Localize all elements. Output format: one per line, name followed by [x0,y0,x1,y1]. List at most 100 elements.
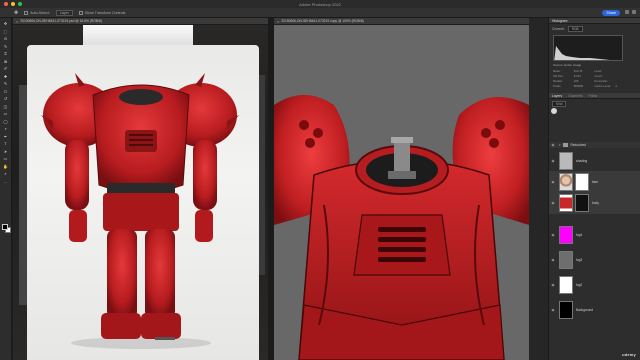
stat-cell: Level: [594,69,602,73]
layer-row[interactable]: ◉ Background [549,298,640,322]
document-window-2: × 20150806-DN-SEH8441-073219 copy @ 100%… [274,18,529,360]
stat-cell: 102.15 [573,69,583,73]
transform-controls-option[interactable]: Show Transform Controls [78,10,126,15]
brush-icon[interactable]: ✎ [3,82,8,86]
layer-mask-thumbnail[interactable] [575,194,589,212]
document-window-1: × 20150806-DN-SEH8441-073219.psd @ 16.6%… [13,18,268,360]
layer-group-row[interactable]: ◉ ▾ Retouched [549,142,640,148]
move-icon[interactable]: ✥ [3,22,8,26]
armor-closeup-image [274,95,529,360]
marquee-icon[interactable]: ⬚ [3,29,8,34]
layer-thumbnail [559,251,573,269]
chevron-down-icon[interactable]: ▾ [559,143,561,147]
eyedropper-icon[interactable]: ✐ [3,67,8,71]
stat-cell: Median: [553,79,563,83]
move-tool-indicator[interactable]: ✥ [14,10,18,16]
zoom-icon[interactable]: ⌕ [3,172,8,176]
visibility-eye-icon[interactable]: ◉ [549,143,557,147]
channel-label: Channel: [552,27,565,31]
close-tab-icon[interactable]: × [16,19,18,24]
layer-row[interactable]: ◉ face [549,171,640,193]
layer-name: body [592,201,599,205]
right-panels: Histogram Channel: RGB Source: Entire Im… [548,18,640,360]
source-label: Source: [553,63,564,67]
crop-icon[interactable]: ⌗ [3,52,8,56]
visibility-eye-icon[interactable]: ◉ [549,201,557,205]
layer-thumbnail [559,173,573,191]
auto-select-label: Auto-Select: [30,10,50,15]
source-value[interactable]: Entire Image [564,63,581,67]
layer-kind-filter[interactable]: Kind [552,101,567,107]
dodge-icon[interactable]: ◑ [3,127,8,131]
visibility-eye-icon[interactable]: ◉ [549,233,557,237]
share-button[interactable]: Share [602,9,620,16]
app-title: Adobe Photoshop 2022 [299,1,341,7]
hand-icon[interactable]: ✋ [3,164,8,169]
histogram-stats: Mean: 102.15 Level: Std Dev: 64.82 Count: Medi… [549,68,640,89]
layer-mask-thumbnail[interactable] [575,173,589,191]
stat-cell [615,74,636,78]
visibility-eye-icon[interactable]: ◉ [549,283,557,287]
blur-icon[interactable]: ◯ [3,119,8,124]
pen-icon[interactable]: ✒ [3,134,8,139]
presenter-avatar [551,108,557,114]
transform-controls-label: Show Transform Controls [84,10,126,15]
stat-cell: 106 [573,79,579,83]
stamp-icon[interactable]: ⎔ [3,89,8,94]
auto-select-target-dropdown[interactable]: Layer [55,9,73,16]
tab-channels[interactable]: Channels [568,93,582,98]
rectangle-icon[interactable]: ▭ [3,157,8,161]
tools-panel: ✥ ⬚ ʘ ✎ ⌗ ⊠ ✐ ✚ ✎ ⎔ ↺ ◫ ▭ ◯ ◑ ✒ T ➤ ▭ ✋ ⌕ … [0,18,12,360]
histogram-curve [554,46,620,60]
layer-row[interactable]: ◉ fog4 [549,223,640,247]
visibility-eye-icon[interactable]: ◉ [549,180,557,184]
channel-dropdown[interactable]: RGB [567,26,583,32]
layer-row[interactable]: ◉ body [549,192,640,214]
foreground-color-swatch[interactable] [2,224,8,230]
auto-select-checkbox[interactable] [24,10,29,15]
title-bar: Adobe Photoshop 2022 [0,0,640,8]
stat-cell [615,69,636,73]
canvas-full-figure[interactable] [13,25,268,360]
options-bar: ✥ Auto-Select: Layer Show Transform Cont… [0,8,640,18]
canvas-closeup[interactable] [274,25,529,360]
visibility-eye-icon[interactable]: ◉ [549,159,557,163]
close-tab-icon[interactable]: × [277,19,279,24]
workspace-icon[interactable] [632,10,636,14]
auto-select-option[interactable]: Auto-Select: [24,10,50,15]
gradient-icon[interactable]: ▭ [3,112,8,116]
layer-row[interactable]: ◉ fog3 [549,248,640,272]
type-icon[interactable]: T [3,142,8,146]
stat-cell: 4 [615,84,617,88]
layer-thumbnail [559,152,573,170]
quick-select-icon[interactable]: ✎ [3,44,8,49]
armor-figure-image [41,73,239,349]
group-name: Retouched [570,143,586,147]
visibility-eye-icon[interactable]: ◉ [549,258,557,262]
stat-cell: 64.82 [573,74,581,78]
lasso-icon[interactable]: ʘ [3,37,8,41]
stat-cell: Mean: [553,69,561,73]
histogram-tab-label: Histogram [552,19,568,23]
path-select-icon[interactable]: ➤ [3,149,8,154]
eraser-icon[interactable]: ◫ [3,104,8,109]
transform-controls-checkbox[interactable] [78,10,83,15]
more-icon[interactable]: … [3,179,8,184]
document-tab-2[interactable]: × 20150806-DN-SEH8441-073219 copy @ 100%… [274,18,529,25]
tab-paths[interactable]: Paths [589,93,598,98]
search-icon[interactable] [625,10,629,14]
visibility-eye-icon[interactable]: ◉ [549,308,557,312]
layer-name: fog2 [576,283,583,287]
tab-layers[interactable]: Layers [552,93,562,98]
layer-thumbnail [559,226,573,244]
collapsed-panel-strip [529,18,548,360]
healing-icon[interactable]: ✚ [3,74,8,79]
history-brush-icon[interactable]: ↺ [3,97,8,101]
layer-row[interactable]: ◉ shading [549,150,640,172]
document-tab-title: 20150806-DN-SEH8441-073219.psd @ 16.6% (… [20,19,102,23]
layer-name: face [592,180,599,184]
layer-row[interactable]: ◉ fog2 [549,273,640,297]
document-tab-1[interactable]: × 20150806-DN-SEH8441-073219.psd @ 16.6%… [13,18,268,25]
move-icon: ✥ [14,9,19,16]
frame-icon[interactable]: ⊠ [3,59,8,64]
